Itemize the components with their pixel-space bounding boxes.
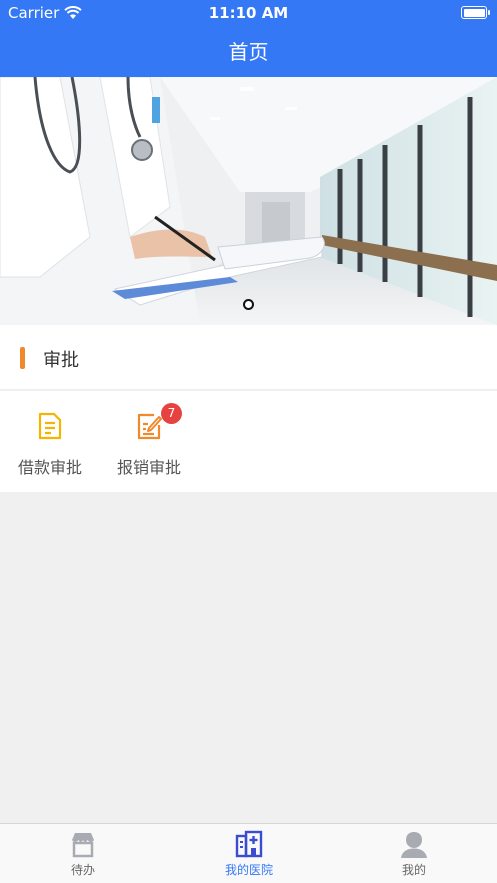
carousel-indicator[interactable]	[243, 299, 254, 310]
tab-my-hospital-label: 我的医院	[224, 863, 273, 877]
banner-carousel[interactable]	[0, 77, 497, 325]
edit-document-icon	[137, 413, 162, 440]
hospital-banner-image	[0, 77, 497, 325]
status-time: 11:10 AM	[208, 4, 289, 22]
tab-mine-label: 我的	[401, 863, 426, 877]
loan-approval-label: 借款审批	[17, 458, 82, 477]
tab-bar: 待办 我的医院 我的	[0, 823, 497, 883]
person-icon	[401, 832, 427, 858]
tab-todo[interactable]: 待办	[0, 824, 166, 883]
tab-my-hospital[interactable]: 我的医院	[166, 824, 332, 883]
status-bar: Carrier 11:10 AM	[0, 0, 497, 26]
section-title: 审批	[43, 350, 79, 371]
document-icon	[38, 412, 62, 440]
page-title: 首页	[228, 40, 269, 64]
notification-badge: 7	[161, 403, 182, 424]
navigation-bar: Carrier 11:10 AM 首页	[0, 0, 497, 77]
tab-todo-label: 待办	[70, 863, 95, 877]
loan-approval-button[interactable]: 借款审批	[0, 391, 100, 492]
section-accent-bar	[20, 347, 25, 369]
reimbursement-approval-button[interactable]: 7 报销审批	[99, 391, 199, 492]
battery-icon	[461, 6, 490, 19]
hospital-icon	[235, 830, 263, 858]
approval-grid: 借款审批 7 报销审批	[0, 391, 497, 492]
store-icon	[72, 833, 94, 858]
approval-section-header: 审批	[0, 325, 497, 390]
tab-mine[interactable]: 我的	[331, 824, 497, 883]
reimbursement-approval-label: 报销审批	[116, 458, 181, 477]
